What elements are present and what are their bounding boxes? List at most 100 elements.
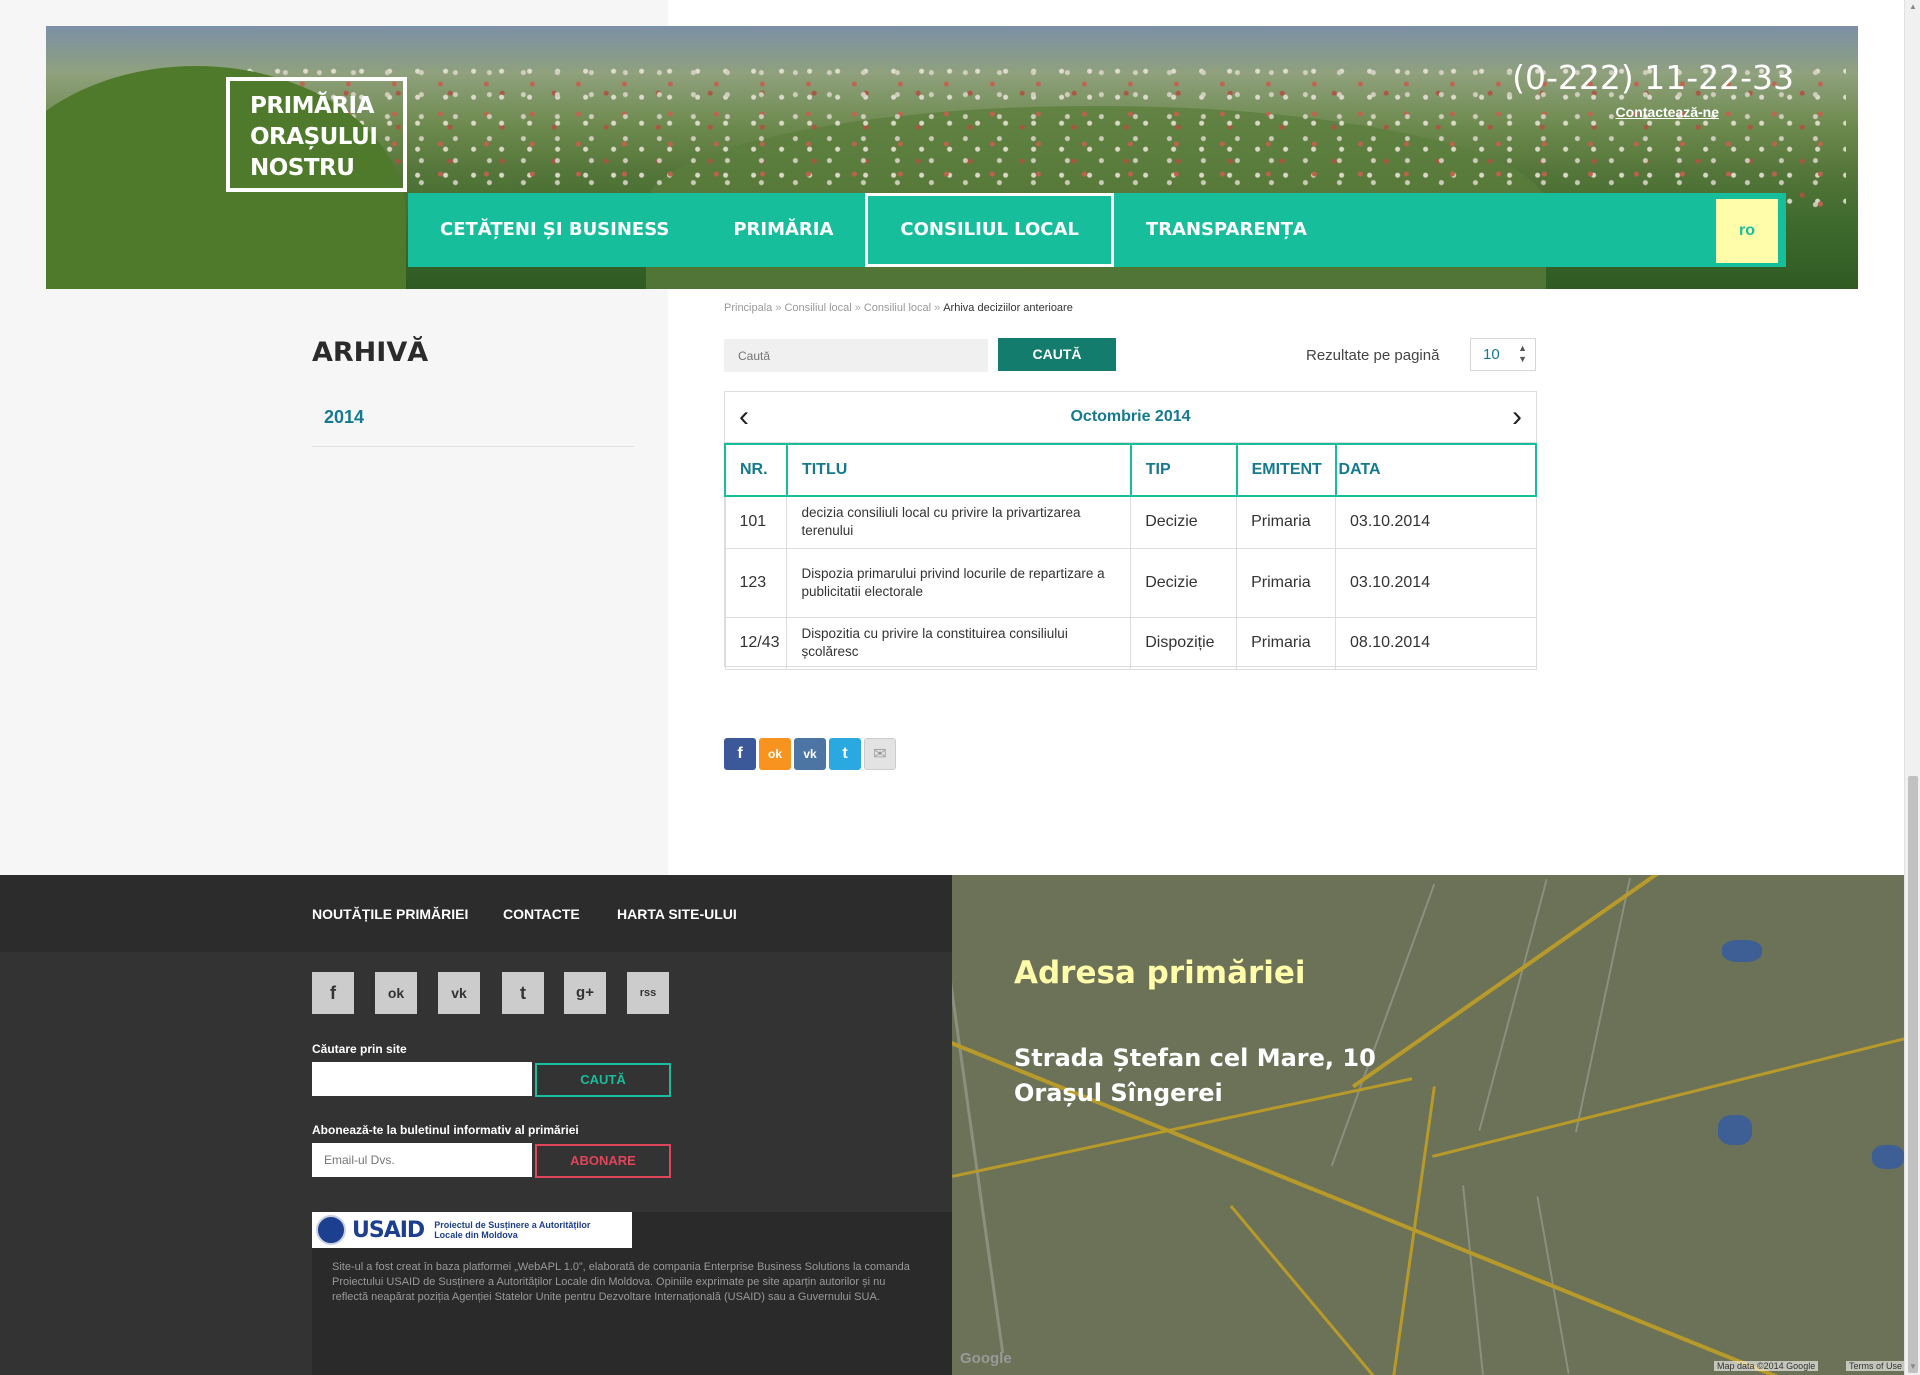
breadcrumb-link[interactable]: Consiliul local: [784, 302, 851, 314]
cell-date: 03.10.2014: [1335, 495, 1537, 549]
month-label: Octombrie 2014: [1070, 408, 1191, 425]
map-street: [1462, 1185, 1484, 1375]
usaid-seal-icon: [316, 1215, 346, 1245]
rss-icon[interactable]: rss: [627, 972, 669, 1014]
usaid-wordmark: USAID: [352, 1217, 425, 1243]
table-header-row: NR. TITLU TIP EMITENT DATA: [724, 443, 1538, 497]
nav-item-transparenta[interactable]: TRANSPARENȚA: [1114, 193, 1339, 267]
map-lake: [1718, 1115, 1752, 1145]
logo-line: ORAȘULUI: [250, 124, 378, 150]
map-street: [1330, 883, 1436, 1167]
contact-link[interactable]: Contactează-ne: [1616, 104, 1719, 120]
cell-emitent: Primaria: [1236, 616, 1337, 670]
breadcrumb-separator: »: [775, 302, 782, 314]
cell-type: Dispoziție: [1130, 616, 1238, 670]
phone-number: (0-222) 11-22-33: [1512, 58, 1794, 97]
cell-type: Decizie: [1130, 495, 1238, 549]
nav-item-primaria[interactable]: PRIMĂRIA: [701, 193, 865, 267]
column-header-emitent: EMITENT: [1235, 443, 1337, 497]
map-lake: [1722, 940, 1762, 962]
map-address-line: Orașul Sîngerei: [1014, 1079, 1223, 1107]
nav-item-cetateni[interactable]: CETĂȚENI ȘI BUSINESS: [408, 193, 701, 267]
scrollbar[interactable]: ▲ ▼: [1904, 0, 1920, 1375]
cell-type: Decizie: [1130, 547, 1238, 618]
search-input[interactable]: [724, 339, 988, 372]
cell-nr: 101: [724, 495, 788, 549]
map-street: [1478, 879, 1548, 1131]
table-row[interactable]: 123 Dispozia primarului privind locurile…: [724, 547, 1537, 618]
cell-nr: 123: [724, 547, 788, 618]
cell-title[interactable]: Dispozitia cu privire la constituirea co…: [786, 616, 1132, 670]
scroll-down-icon[interactable]: ▼: [1909, 1362, 1917, 1371]
map-address-title: Adresa primăriei: [1014, 955, 1306, 991]
google-logo: Google: [960, 1350, 1012, 1367]
archive-title: ARHIVĂ: [312, 337, 429, 368]
vk-share-icon[interactable]: vk: [794, 738, 826, 770]
breadcrumb-link[interactable]: Principala: [724, 302, 772, 314]
facebook-share-icon[interactable]: f: [724, 738, 756, 770]
subscribe-button[interactable]: ABONARE: [535, 1144, 671, 1178]
map-road: [1432, 1034, 1904, 1158]
scroll-up-icon[interactable]: ▲: [1909, 2, 1917, 11]
column-header-nr: NR.: [724, 443, 788, 497]
scrollbar-thumb[interactable]: [1908, 776, 1918, 1373]
table-row[interactable]: 12/43 Dispozitia cu privire la constitui…: [724, 616, 1537, 670]
breadcrumb-link[interactable]: Consiliul local: [864, 302, 931, 314]
footer-link-noutati[interactable]: NOUTĂȚILE PRIMĂRIEI: [312, 906, 468, 922]
month-navigation: ‹ Octombrie 2014 ›: [725, 392, 1536, 443]
footer-link-contacte[interactable]: CONTACTE: [503, 906, 580, 922]
odnoklassniki-icon[interactable]: ok: [375, 972, 417, 1014]
odnoklassniki-share-icon[interactable]: ok: [759, 738, 791, 770]
vk-icon[interactable]: vk: [438, 972, 480, 1014]
footer-search-label: Căutare prin site: [312, 1042, 407, 1056]
footer-nav: [0, 875, 952, 952]
map[interactable]: [952, 875, 1904, 1375]
cell-title[interactable]: decizia consiliuli local cu privire la p…: [786, 495, 1132, 549]
map-road: [952, 1025, 1877, 1375]
cell-emitent: Primaria: [1236, 495, 1337, 549]
map-street: [952, 936, 1005, 1354]
decisions-table: NR. TITLU TIP EMITENT DATA 101 decizia c…: [724, 443, 1538, 670]
usaid-logo[interactable]: USAID Proiectul de Susținere a Autorităț…: [312, 1212, 632, 1248]
cell-date: 08.10.2014: [1335, 616, 1537, 670]
breadcrumb: Principala» Consiliul local» Consiliul loc…: [724, 302, 1073, 314]
column-header-titlu: TITLU: [785, 443, 1132, 497]
language-switcher[interactable]: ro: [1716, 199, 1778, 263]
map-road: [1391, 1086, 1436, 1375]
breadcrumb-separator: »: [934, 302, 941, 314]
map-road: [1352, 875, 1781, 1089]
map-road: [1229, 1205, 1400, 1375]
google-plus-icon[interactable]: g+: [564, 972, 606, 1014]
logo-line: PRIMĂRIA: [250, 93, 374, 119]
facebook-icon[interactable]: f: [312, 972, 354, 1014]
twitter-icon[interactable]: t: [502, 972, 544, 1014]
map-address-line: Strada Ștefan cel Mare, 10: [1014, 1044, 1376, 1072]
cell-date: 03.10.2014: [1335, 547, 1537, 618]
usaid-project-name: Proiectul de Susținere a Autorităților L…: [434, 1220, 591, 1240]
email-share-icon[interactable]: ✉: [864, 738, 896, 770]
chevron-right-icon[interactable]: ›: [1512, 400, 1522, 434]
archive-year-item[interactable]: 2014: [312, 392, 634, 447]
twitter-share-icon[interactable]: t: [829, 738, 861, 770]
footer-search-input[interactable]: [312, 1062, 532, 1096]
map-credits: Map data ©2014 Google: [1714, 1361, 1819, 1371]
table-row[interactable]: 101 decizia consiliuli local cu privire …: [724, 495, 1537, 549]
footer-disclaimer: Site-ul a fost creat în baza platformei …: [332, 1261, 910, 1303]
nav-item-consiliul-local[interactable]: CONSILIUL LOCAL: [865, 193, 1114, 267]
search-button[interactable]: CAUTĂ: [998, 338, 1116, 371]
newsletter-email-input[interactable]: [312, 1143, 532, 1177]
map-street: [1574, 877, 1632, 1133]
per-page-select[interactable]: 10 ▲ ▼: [1470, 338, 1536, 371]
footer-link-harta[interactable]: HARTA SITE-ULUI: [617, 906, 737, 922]
main-nav: CETĂȚENI ȘI BUSINESS PRIMĂRIA CONSILIUL …: [408, 193, 1786, 267]
map-lake: [1872, 1145, 1904, 1169]
map-terms-link[interactable]: Terms of Use: [1846, 1361, 1906, 1371]
breadcrumb-separator: »: [854, 302, 861, 314]
breadcrumb-current: Arhiva deciziilor anterioare: [943, 302, 1073, 314]
per-page-value: 10: [1483, 346, 1500, 363]
site-logo[interactable]: PRIMĂRIA ORAȘULUI NOSTRU: [226, 77, 407, 192]
spinner-arrows-icon: ▲ ▼: [1518, 343, 1527, 364]
logo-line: NOSTRU: [250, 155, 355, 181]
cell-title[interactable]: Dispozia primarului privind locurile de …: [786, 547, 1132, 618]
footer-search-button[interactable]: CAUTĂ: [535, 1063, 671, 1097]
